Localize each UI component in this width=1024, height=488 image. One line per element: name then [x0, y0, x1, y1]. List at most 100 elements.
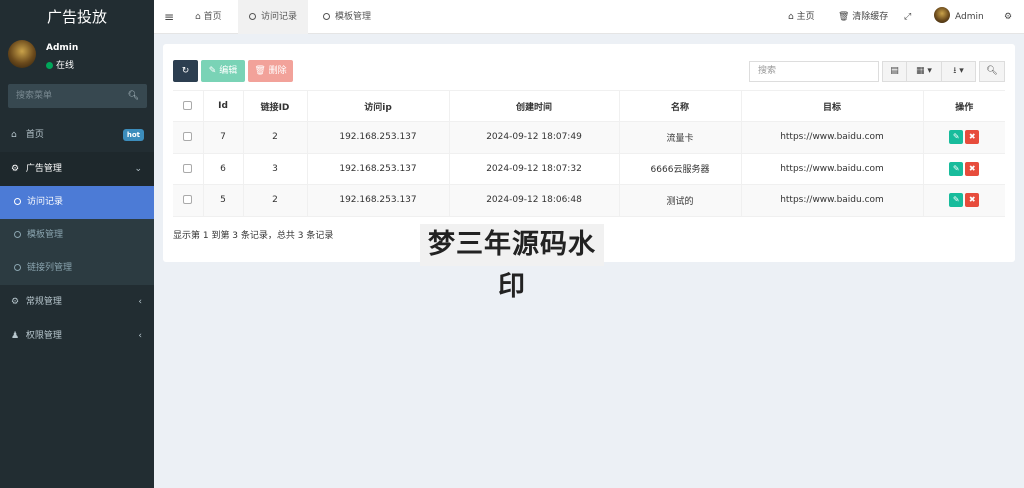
- tab-visit-log[interactable]: 访问记录: [238, 0, 309, 34]
- sidebar-item-visit-log[interactable]: 访问记录: [0, 186, 154, 219]
- cell-ip: 192.168.253.137: [307, 153, 450, 185]
- edit-button-label: 编辑: [219, 66, 238, 76]
- home-icon: ⌂: [11, 130, 17, 140]
- column-header[interactable]: 目标: [741, 90, 924, 122]
- table-search-placeholder: 搜索: [758, 66, 777, 76]
- home-icon: ⌂: [788, 12, 797, 22]
- refresh-icon: ↻: [181, 66, 190, 76]
- cell-name: 6666云服务器: [619, 153, 742, 185]
- sidebar-item-permission-manage[interactable]: ♟︎ 权限管理 ‹: [0, 319, 154, 353]
- cell-actions: ✎ ✖: [923, 121, 1005, 154]
- circle-icon: [14, 231, 21, 238]
- online-dot-icon: [46, 62, 53, 69]
- cell-ip: 192.168.253.137: [307, 184, 450, 217]
- sidebar-item-home[interactable]: ⌂ 首页 hot: [0, 118, 154, 152]
- row-checkbox[interactable]: [183, 132, 193, 142]
- home-link-label: 主页: [796, 12, 815, 22]
- search-toggle-button[interactable]: 🔍︎: [979, 61, 1005, 82]
- export-dropdown-button[interactable]: ⭳ ▾: [941, 61, 976, 82]
- refresh-button[interactable]: ↻: [173, 60, 198, 82]
- row-delete-button[interactable]: ✖: [965, 130, 980, 145]
- home-link[interactable]: ⌂ 主页: [788, 0, 815, 34]
- tab-home[interactable]: ⌂ 首页: [184, 0, 233, 34]
- tab-label: 首页: [203, 12, 222, 22]
- hot-badge: hot: [122, 129, 144, 141]
- cell-time: 2024-09-12 18:06:48: [449, 184, 620, 217]
- row-edit-button[interactable]: ✎: [949, 161, 964, 176]
- user-status-label: 在线: [56, 61, 75, 71]
- sidebar-menu: ⌂ 首页 hot ⚙︎ 广告管理 ⌄ 访问记录 模板管理 链接列管理 ⚙︎ 常规…: [0, 118, 154, 353]
- table-row: 6 3 192.168.253.137 2024-09-12 18:07:32 …: [173, 153, 1005, 185]
- table-row: 7 2 192.168.253.137 2024-09-12 18:07:49 …: [173, 121, 1005, 154]
- cell-time: 2024-09-12 18:07:32: [449, 153, 620, 185]
- select-all-checkbox[interactable]: [183, 101, 193, 110]
- menu-toggle-icon[interactable]: ≡: [164, 0, 174, 34]
- cell-id: 6: [203, 153, 244, 185]
- circle-icon: [14, 264, 21, 271]
- row-edit-button[interactable]: ✎: [949, 130, 964, 145]
- sidebar-item-label: 权限管理: [25, 331, 62, 341]
- cell-target: https://www.baidu.com: [741, 184, 924, 217]
- table-search-input[interactable]: 搜索: [749, 61, 879, 82]
- sidebar-item-link-manage[interactable]: 链接列管理: [0, 252, 154, 285]
- delete-button-label: 删除: [268, 66, 287, 76]
- top-header: ≡ ⌂ 首页 访问记录 模板管理 ⌂ 主页 🗑︎ 清除缓存 ⤢ Admin ⚙︎: [154, 0, 1024, 34]
- circle-icon: [14, 198, 21, 205]
- sidebar-item-label: 广告管理: [25, 164, 62, 174]
- toggle-view-button[interactable]: ▤: [882, 61, 907, 82]
- cell-id: 5: [203, 184, 244, 217]
- row-delete-button[interactable]: ✖: [965, 193, 980, 208]
- edit-button[interactable]: ✎ 编辑: [201, 60, 245, 82]
- row-select-cell: [173, 153, 204, 185]
- column-header[interactable]: 链接ID: [243, 90, 308, 122]
- user-menu[interactable]: Admin: [934, 0, 984, 34]
- sidebar: 广告投放 Admin 在线 搜索菜单 🔍︎ ⌂ 首页 hot ⚙︎ 广告管理 ⌄…: [0, 0, 154, 488]
- user-name: Admin: [46, 43, 79, 53]
- cell-id: 7: [203, 121, 244, 154]
- ad-manage-submenu: 访问记录 模板管理 链接列管理: [0, 186, 154, 285]
- trash-icon: 🗑︎: [254, 66, 269, 76]
- cell-name: 测试的: [619, 184, 742, 217]
- row-checkbox[interactable]: [183, 195, 193, 205]
- column-header[interactable]: 创建时间: [449, 90, 620, 122]
- tab-label: 模板管理: [335, 12, 372, 22]
- columns-dropdown-button[interactable]: ▦ ▾: [906, 61, 942, 82]
- delete-button[interactable]: 🗑︎ 删除: [248, 60, 293, 82]
- column-header[interactable]: 访问ip: [307, 90, 450, 122]
- sidebar-search-input[interactable]: 搜索菜单 🔍︎: [8, 84, 147, 108]
- table-row: 5 2 192.168.253.137 2024-09-12 18:06:48 …: [173, 184, 1005, 217]
- sidebar-item-regular-manage[interactable]: ⚙︎ 常规管理 ‹: [0, 285, 154, 319]
- cell-target: https://www.baidu.com: [741, 121, 924, 154]
- fullscreen-icon[interactable]: ⤢: [904, 0, 911, 34]
- tab-template-manage[interactable]: 模板管理: [312, 0, 382, 34]
- tab-label: 访问记录: [261, 12, 298, 22]
- sidebar-item-label: 链接列管理: [27, 263, 73, 273]
- row-checkbox[interactable]: [183, 163, 193, 173]
- sidebar-item-template-manage[interactable]: 模板管理: [0, 219, 154, 252]
- column-header[interactable]: Id: [203, 90, 244, 122]
- pagination-summary: 显示第 1 到第 3 条记录，总共 3 条记录: [173, 231, 334, 241]
- cogs-icon: ⚙︎: [11, 297, 20, 307]
- clear-cache-button[interactable]: 🗑︎ 清除缓存: [838, 0, 888, 34]
- export-icon: ⭳ ▾: [953, 66, 964, 76]
- cell-actions: ✎ ✖: [923, 184, 1005, 217]
- search-icon[interactable]: 🔍︎: [128, 84, 139, 108]
- row-edit-button[interactable]: ✎: [949, 193, 964, 208]
- column-header: 操作: [923, 90, 1005, 122]
- cell-link-id: 2: [243, 184, 308, 217]
- cell-target: https://www.baidu.com: [741, 153, 924, 185]
- chevron-down-icon: ⌄: [134, 164, 142, 174]
- cell-link-id: 2: [243, 121, 308, 154]
- row-select-cell: [173, 121, 204, 154]
- settings-icon[interactable]: ⚙︎: [1004, 0, 1012, 34]
- sidebar-search-placeholder: 搜索菜单: [16, 91, 53, 101]
- sidebar-item-ad-manage[interactable]: ⚙︎ 广告管理 ⌄: [0, 152, 154, 186]
- app-title: 广告投放: [0, 0, 154, 34]
- column-header[interactable]: 名称: [619, 90, 742, 122]
- chevron-left-icon: ‹: [138, 297, 142, 307]
- sidebar-item-label: 模板管理: [27, 230, 64, 240]
- user-status: 在线: [46, 58, 74, 71]
- users-icon: ♟︎: [11, 331, 20, 341]
- cell-time: 2024-09-12 18:07:49: [449, 121, 620, 154]
- row-delete-button[interactable]: ✖: [965, 161, 980, 176]
